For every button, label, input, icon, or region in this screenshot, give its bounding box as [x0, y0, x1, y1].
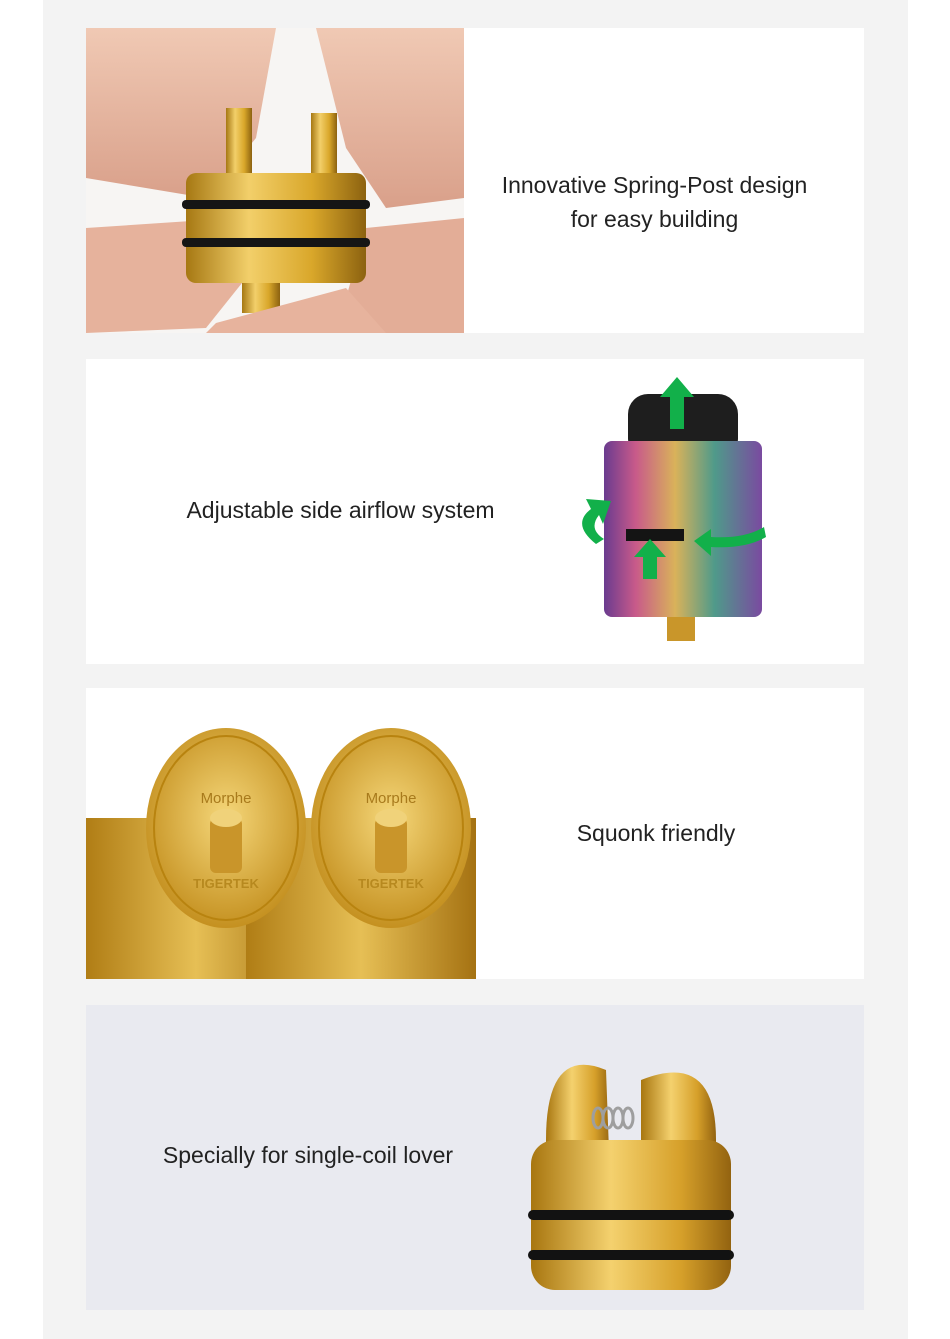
squonk-pins-photo: Morphe Morphe TIGERTEK TIGERTEK [86, 688, 486, 979]
feature-panel-airflow: Adjustable side airflow system [86, 359, 864, 664]
deck-brand-engraving: Morphe [366, 790, 417, 807]
feature-caption: Specially for single-coil lover [162, 1142, 454, 1168]
rainbow-atomizer-photo [566, 369, 796, 654]
feature-panel-spring-post: Innovative Spring-Post design for easy b… [86, 28, 864, 333]
caption-line-2: for easy building [570, 206, 739, 232]
feature-panel-single-coil: Specially for single-coil lover [86, 1005, 864, 1310]
caption-line-1: Innovative Spring-Post design [501, 172, 808, 198]
feature-caption: Innovative Spring-Post design for easy b… [467, 168, 842, 236]
feature-caption: Squonk friendly [576, 820, 736, 846]
hands-holding-deck-photo [86, 28, 464, 333]
deck-maker-engraving: TIGERTEK [193, 876, 259, 891]
deck-maker-engraving: TIGERTEK [358, 876, 424, 891]
feature-caption: Adjustable side airflow system [186, 497, 495, 523]
deck-brand-engraving: Morphe [201, 790, 252, 807]
feature-panel-squonk: Morphe Morphe TIGERTEK TIGERTEK Squonk f… [86, 688, 864, 979]
single-coil-deck-photo [516, 1030, 746, 1300]
